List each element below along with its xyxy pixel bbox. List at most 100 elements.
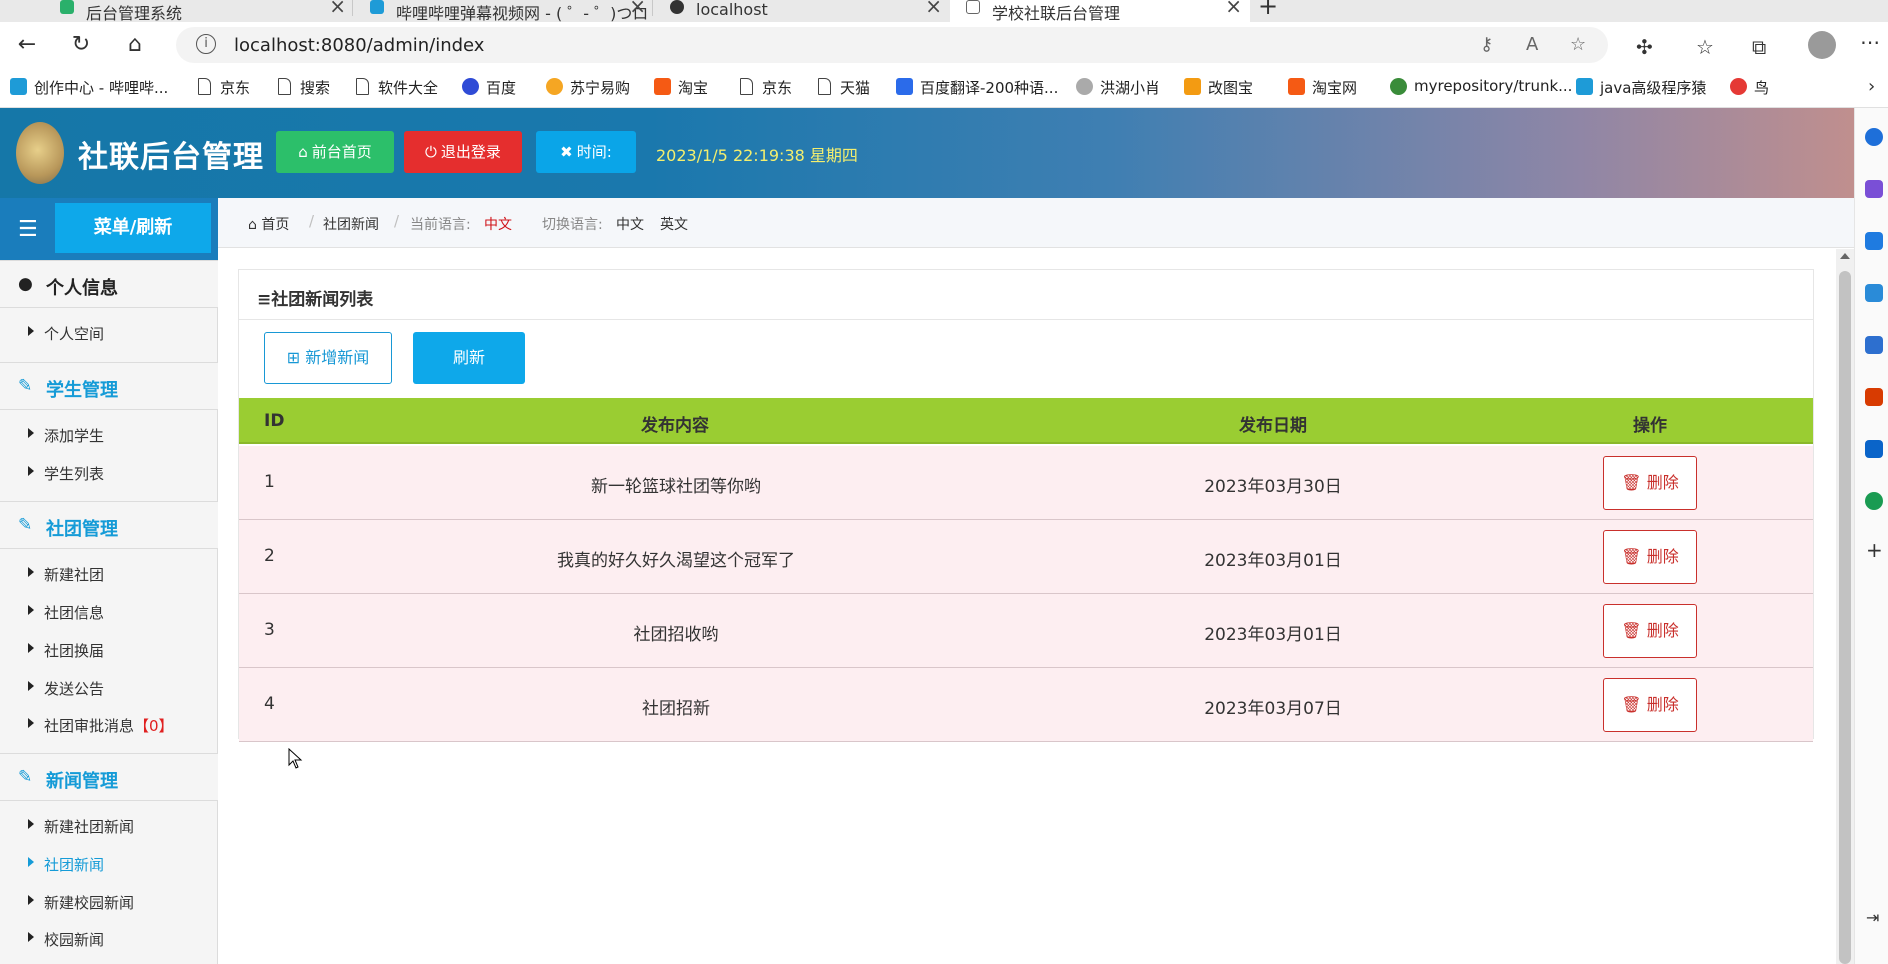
read-aloud-icon[interactable]: A (1526, 34, 1538, 55)
search-icon[interactable] (1865, 128, 1883, 146)
url-text[interactable]: localhost:8080/admin/index (234, 35, 484, 56)
delete-button[interactable]: 🗑 删除 (1603, 530, 1697, 584)
reload-icon[interactable]: ↻ (66, 32, 96, 58)
sidebar-item-new-club-news[interactable]: 新建社团新闻 (0, 812, 218, 842)
bookmark-label: 京东 (220, 79, 251, 97)
tab-close-icon[interactable]: × (1225, 0, 1242, 18)
browser-tab[interactable]: localhost × (654, 0, 950, 22)
browser-tab[interactable]: 后台管理系统 × (44, 0, 354, 22)
people-icon[interactable] (1865, 336, 1883, 354)
sidebar-item-club-transition[interactable]: 社团换届 (0, 636, 218, 666)
bookmark-item[interactable]: 洪湖小肖 (1076, 77, 1160, 98)
chrome-icon (1390, 78, 1407, 95)
key-icon[interactable]: ⚷ (1480, 34, 1493, 55)
home-page-button[interactable]: ⌂ 前台首页 (276, 131, 394, 173)
shopping-icon[interactable] (1865, 232, 1883, 250)
sidebar-group-personal[interactable]: ● 个人信息 (0, 260, 218, 308)
bookmark-item[interactable]: 百度翻译-200种语... (896, 77, 1058, 98)
extensions-icon[interactable]: ✣ (1636, 35, 1653, 59)
url-box[interactable]: i localhost:8080/admin/index ⚷ A ☆ (176, 27, 1608, 63)
browser-tab-active[interactable]: 学校社联后台管理 × (950, 0, 1250, 22)
scrollbar[interactable] (1836, 249, 1854, 964)
approval-label: 社团审批消息 (44, 717, 135, 735)
edit-icon: ✎ (18, 767, 33, 787)
list-icon[interactable]: ☰ (18, 217, 38, 242)
breadcrumb-home[interactable]: ⌂ 首页 (248, 214, 289, 234)
sidebar-item-student-list[interactable]: 学生列表 (0, 459, 218, 489)
tools-icon[interactable] (1865, 284, 1883, 302)
sidebar-item-label: 新建校园新闻 (44, 894, 135, 912)
sidebar-item-new-club[interactable]: 新建社团 (0, 560, 218, 590)
sidebar-item-send-notice[interactable]: 发送公告 (0, 674, 218, 704)
refresh-button[interactable]: 刷新 (413, 332, 525, 384)
bookmark-item[interactable]: 百度 (462, 77, 516, 98)
browser-tab-strip: 后台管理系统 × 哔哩哔哩弹幕视频网 - ( ゜- ゜)つロ × localho… (0, 0, 1888, 22)
copilot-icon[interactable] (1865, 180, 1883, 198)
outlook-icon[interactable] (1865, 440, 1883, 458)
profile-avatar[interactable] (1808, 31, 1836, 59)
bookmark-item[interactable]: 软件大全 (354, 77, 438, 98)
sidebar-item-club-info[interactable]: 社团信息 (0, 598, 218, 628)
sidebar-item-label: 社团新闻 (44, 856, 105, 874)
sidebar-group-news[interactable]: ✎ 新闻管理 (0, 753, 218, 801)
tab-close-icon[interactable]: × (925, 0, 942, 18)
menu-refresh-button[interactable]: 菜单/刷新 (55, 203, 211, 253)
taobao-icon (1288, 78, 1305, 95)
switch-language-en[interactable]: 英文 (660, 214, 688, 234)
back-arrow-icon[interactable]: ← (12, 32, 42, 58)
bookmark-item[interactable]: java高级程序猿 (1576, 77, 1706, 98)
bookmark-item[interactable]: 京东 (738, 77, 792, 98)
favorites-icon[interactable]: ☆ (1696, 35, 1714, 59)
collapse-sidebar-icon[interactable]: ⇥ (1866, 908, 1879, 927)
home-icon[interactable]: ⌂ (120, 32, 150, 58)
scroll-up-arrow-icon[interactable] (1840, 253, 1850, 259)
bookmark-item[interactable]: 创作中心 - 哔哩哔... (10, 77, 168, 98)
sidebar-item-personal-space[interactable]: 个人空间 (0, 319, 218, 349)
bookmark-label: 软件大全 (378, 79, 439, 97)
sidebar-item-campus-news[interactable]: 校园新闻 (0, 925, 218, 955)
delete-button[interactable]: 🗑 删除 (1603, 604, 1697, 658)
add-news-button[interactable]: ⊞ 新增新闻 (264, 332, 392, 384)
tab-close-icon[interactable]: × (329, 0, 346, 18)
logout-button[interactable]: ⏻ 退出登录 (404, 131, 522, 173)
sidebar-group-students[interactable]: ✎ 学生管理 (0, 362, 218, 410)
current-language-value: 中文 (484, 217, 512, 233)
bookmark-item[interactable]: 搜索 (276, 77, 330, 98)
bookmark-item[interactable]: 淘宝网 (1288, 77, 1357, 98)
scroll-thumb[interactable] (1839, 271, 1851, 964)
sidebar-item-approval-messages[interactable]: 社团审批消息【0】 (0, 711, 218, 741)
delete-button[interactable]: 🗑 删除 (1603, 678, 1697, 732)
chevron-right-icon[interactable]: › (1868, 76, 1875, 97)
browser-tab[interactable]: 哔哩哔哩弹幕视频网 - ( ゜- ゜)つロ × (354, 0, 654, 22)
office-icon[interactable] (1865, 388, 1883, 406)
edge-sidebar: + ⇥ (1854, 108, 1888, 964)
delete-label: 删除 (1646, 473, 1679, 492)
caret-right-icon (28, 932, 34, 942)
add-icon[interactable]: + (1866, 538, 1883, 562)
bookmark-item[interactable]: 淘宝 (654, 77, 708, 98)
delete-button[interactable]: 🗑 删除 (1603, 456, 1697, 510)
sidebar-group-clubs[interactable]: ✎ 社团管理 (0, 501, 218, 549)
bookmark-item[interactable]: 改图宝 (1184, 77, 1253, 98)
new-tab-icon[interactable]: + (1258, 0, 1278, 20)
site-info-icon[interactable]: i (196, 34, 216, 54)
caret-right-icon (28, 605, 34, 615)
bookmark-item[interactable]: myrepository/trunk... (1390, 77, 1572, 95)
more-icon[interactable]: ⋯ (1860, 30, 1880, 54)
sidebar-item-add-student[interactable]: 添加学生 (0, 421, 218, 451)
tree-icon[interactable] (1865, 492, 1883, 510)
tab-favicon-icon (60, 0, 74, 14)
time-button[interactable]: ✖ 时间: (536, 131, 636, 173)
bookmark-item[interactable]: 苏宁易购 (546, 77, 630, 98)
tab-close-icon[interactable]: × (629, 0, 646, 18)
switch-language-zh[interactable]: 中文 (616, 214, 644, 234)
sidebar-item-club-news[interactable]: 社团新闻 (0, 850, 218, 880)
breadcrumb: ⌂ 首页 / 社团新闻 / 当前语言: 中文 切换语言: 中文 英文 (218, 198, 1854, 248)
add-favorite-icon[interactable]: ☆ (1570, 34, 1586, 55)
sidebar-item-new-campus-news[interactable]: 新建校园新闻 (0, 888, 218, 918)
sidebar-group-label: 新闻管理 (46, 771, 118, 792)
bookmark-item[interactable]: 鸟 (1730, 77, 1769, 98)
collections-icon[interactable]: ⧉ (1752, 35, 1766, 59)
bookmark-item[interactable]: 京东 (196, 77, 250, 98)
bookmark-item[interactable]: 天猫 (816, 77, 870, 98)
